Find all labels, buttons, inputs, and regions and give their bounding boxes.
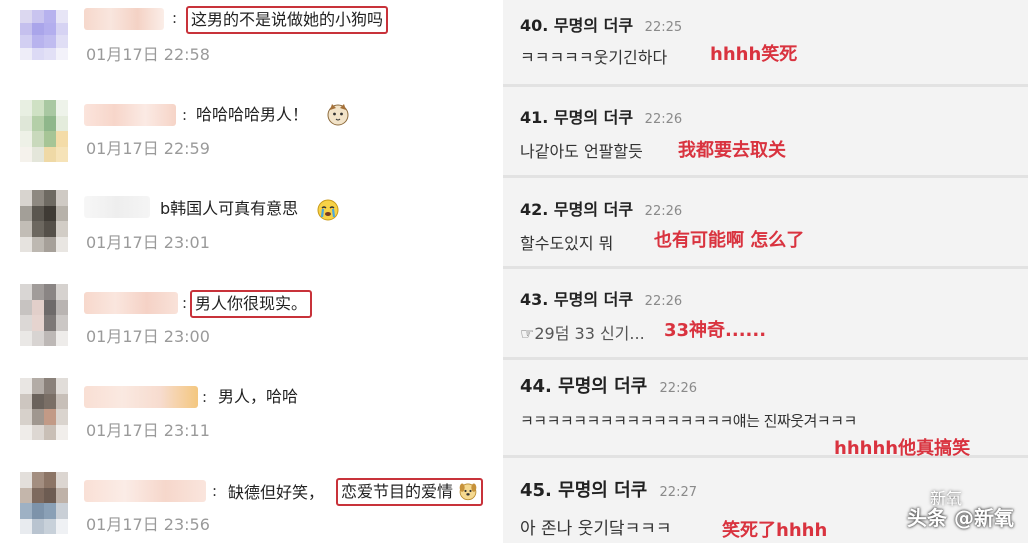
post-number: 43.: [520, 290, 549, 309]
post-time: 22:25: [644, 20, 683, 35]
post-header: 41. 무명의 더쿠 22:26: [520, 104, 682, 128]
post-translation: 笑死了hhhh: [722, 520, 828, 541]
username-blurred[interactable]: [84, 292, 178, 314]
post-username[interactable]: 무명의 더쿠: [554, 200, 633, 219]
post-username[interactable]: 무명의 더쿠: [554, 290, 633, 309]
comment-time: 01月17日 23:00: [86, 327, 210, 346]
avatar[interactable]: [20, 472, 68, 534]
divider: [503, 357, 1028, 360]
post-number: 41.: [520, 108, 549, 127]
post-time: 22:26: [644, 204, 683, 219]
divider: [503, 266, 1028, 269]
avatar[interactable]: [20, 10, 68, 60]
post-time: 22:27: [659, 485, 697, 500]
colon: :: [202, 388, 208, 406]
post-translation: hhhh笑死: [710, 44, 798, 65]
comment-time: 01月17日 23:56: [86, 515, 210, 534]
comment-text: b韩国人可真有意思: [160, 199, 299, 218]
comment-text: 哈哈哈哈男人！: [196, 105, 309, 124]
post-number: 42.: [520, 200, 549, 219]
avatar[interactable]: [20, 284, 68, 346]
post-korean-text: ㅋㅋㅋㅋㅋ웃기긴하다: [520, 48, 668, 67]
post-translation: 我都要去取关: [678, 140, 786, 161]
avatar[interactable]: [20, 100, 68, 162]
post-header: 45. 무명의 더쿠 22:27: [520, 476, 697, 502]
username-blurred[interactable]: [84, 104, 176, 126]
post-translation: 33神奇......: [664, 320, 767, 341]
avatar[interactable]: [20, 378, 68, 440]
watermark-text: 头条 @新氧: [907, 506, 1014, 530]
post-time: 22:26: [644, 294, 683, 309]
comment-panel: : 这男的不是说做她的小狗吗 01月17日 22:58 : 哈哈哈哈男人！ 01…: [0, 0, 503, 543]
post-header: 42. 무명의 더쿠 22:26: [520, 196, 682, 220]
comment-time: 01月17日 23:11: [86, 421, 210, 440]
post-translation: 也有可能啊 怎么了: [654, 230, 805, 251]
watermark: 头条 @新氧: [907, 502, 1014, 531]
dog-emoji-icon: [459, 483, 477, 501]
post-header: 43. 무명의 더쿠 22:26: [520, 286, 682, 310]
post-korean-text: ☞29덤 33 신기...: [520, 324, 645, 343]
comment-text: 这男的不是说做她的小狗吗: [186, 6, 389, 34]
comment-text: 男人你很现实。: [190, 290, 313, 318]
post-korean-text: ㅋㅋㅋㅋㅋㅋㅋㅋㅋㅋㅋㅋㅋㅋㅋㅋ얘는 진짜웃겨ㅋㅋㅋ: [520, 412, 857, 430]
post-korean-text: 나같아도 언팔할듯: [520, 142, 643, 161]
avatar[interactable]: [20, 190, 68, 252]
comment-text-content: 恋爱节目的爱情: [341, 482, 454, 501]
post-header: 44. 무명의 더쿠 22:26: [520, 372, 697, 398]
comment-time: 01月17日 22:58: [86, 45, 210, 64]
divider: [503, 175, 1028, 178]
comment-time: 01月17日 23:01: [86, 233, 210, 252]
post-username[interactable]: 무명의 더쿠: [558, 480, 647, 501]
colon: :: [182, 294, 188, 312]
post-username[interactable]: 무명의 더쿠: [554, 108, 633, 127]
post-username[interactable]: 무명의 더쿠: [554, 16, 633, 35]
forum-panel: [503, 0, 1028, 543]
post-number: 45.: [520, 480, 552, 501]
colon: :: [172, 9, 178, 27]
username-blurred[interactable]: [84, 196, 150, 218]
comment-text: 男人，哈哈: [218, 387, 299, 406]
comment-prefix-text: 缺德但好笑，: [228, 483, 325, 502]
post-time: 22:26: [644, 112, 683, 127]
post-korean-text: 아 존나 웃기닼ㅋㅋㅋ: [520, 519, 672, 539]
post-time: 22:26: [659, 381, 697, 396]
cat-emoji-icon: [327, 104, 349, 126]
colon: :: [212, 482, 218, 500]
crying-emoji-icon: [317, 199, 339, 221]
post-number: 40.: [520, 16, 549, 35]
comment-text: 恋爱节目的爱情: [336, 478, 484, 506]
post-korean-text: 할수도있지 뭐: [520, 234, 614, 253]
colon: :: [182, 106, 188, 124]
username-blurred[interactable]: [84, 386, 198, 408]
comment-time: 01月17日 22:59: [86, 139, 210, 158]
username-blurred[interactable]: [84, 480, 206, 502]
username-blurred[interactable]: [84, 8, 164, 30]
divider: [503, 84, 1028, 87]
post-header: 40. 무명의 더쿠 22:25: [520, 12, 682, 36]
post-username[interactable]: 무명의 더쿠: [558, 376, 647, 397]
post-translation: hhhhh他真搞笑: [834, 438, 971, 459]
post-number: 44.: [520, 376, 552, 397]
